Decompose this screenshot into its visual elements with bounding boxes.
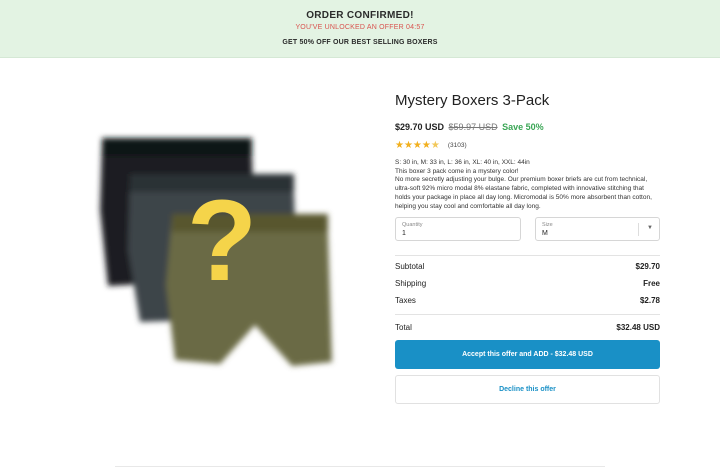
- order-confirmed-banner: ORDER CONFIRMED! YOU'VE UNLOCKED AN OFFE…: [0, 0, 720, 58]
- taxes-value: $2.78: [639, 296, 660, 306]
- save-badge: Save 50%: [502, 122, 544, 132]
- quantity-label: Quantity: [402, 222, 423, 229]
- size-value[interactable]: M: [542, 230, 548, 237]
- taxes-row: Taxes $2.78: [395, 292, 660, 309]
- product-title: Mystery Boxers 3-Pack: [395, 92, 550, 109]
- size-select-divider: [638, 223, 639, 237]
- size-label: Size: [542, 222, 553, 229]
- chevron-down-icon[interactable]: ▼: [647, 225, 653, 231]
- compare-price: $59.97 USD: [448, 122, 498, 132]
- shipping-value: Free: [643, 279, 660, 289]
- rating-row[interactable]: ★★★★★ (3103): [395, 139, 660, 151]
- banner-subtitle: GET 50% OFF OUR BEST SELLING BOXERS: [282, 39, 438, 46]
- description-color: This boxer 3 pack come in a mystery colo…: [395, 167, 519, 175]
- total-label: Total: [395, 323, 412, 333]
- order-summary: Subtotal $29.70 Shipping Free Taxes $2.7…: [395, 255, 660, 336]
- size-select[interactable]: Size M ▼: [535, 217, 660, 242]
- price-row: $29.70 USD $59.97 USD Save 50%: [395, 122, 660, 132]
- total-value: $32.48 USD: [616, 323, 660, 333]
- footer-divider: [115, 466, 605, 467]
- offer-details: Mystery Boxers 3-Pack $29.70 USD $59.97 …: [395, 92, 660, 405]
- taxes-label: Taxes: [395, 296, 416, 306]
- offer-countdown: YOU'VE UNLOCKED AN OFFER 04:57: [295, 24, 425, 31]
- description-sizes: S: 30 in, M: 33 in, L: 36 in, XL: 40 in,…: [395, 159, 530, 166]
- sale-price: $29.70 USD: [395, 122, 445, 132]
- question-mark: ?: [187, 177, 257, 305]
- description-fabric: No more secretly adjusting your bulge. O…: [395, 176, 652, 210]
- shipping-row: Shipping Free: [395, 275, 660, 292]
- star-rating-icon: ★★★★★: [395, 139, 440, 151]
- product-description: S: 30 in, M: 33 in, L: 36 in, XL: 40 in,…: [395, 159, 660, 211]
- product-image: ?: [80, 110, 380, 390]
- quantity-value[interactable]: 1: [402, 230, 406, 237]
- quantity-field[interactable]: Quantity 1: [395, 217, 521, 242]
- review-count[interactable]: (3103): [448, 142, 467, 149]
- subtotal-value: $29.70: [635, 262, 660, 272]
- shipping-label: Shipping: [395, 279, 427, 289]
- subtotal-label: Subtotal: [395, 262, 425, 272]
- option-fields: Quantity 1 Size M ▼: [395, 217, 660, 242]
- banner-title: ORDER CONFIRMED!: [306, 10, 414, 21]
- accept-offer-button[interactable]: Accept this offer and ADD - $32.48 USD: [395, 340, 660, 370]
- subtotal-row: Subtotal $29.70: [395, 258, 660, 275]
- total-row: Total $32.48 USD: [395, 314, 660, 336]
- decline-offer-button[interactable]: Decline this offer: [395, 375, 660, 405]
